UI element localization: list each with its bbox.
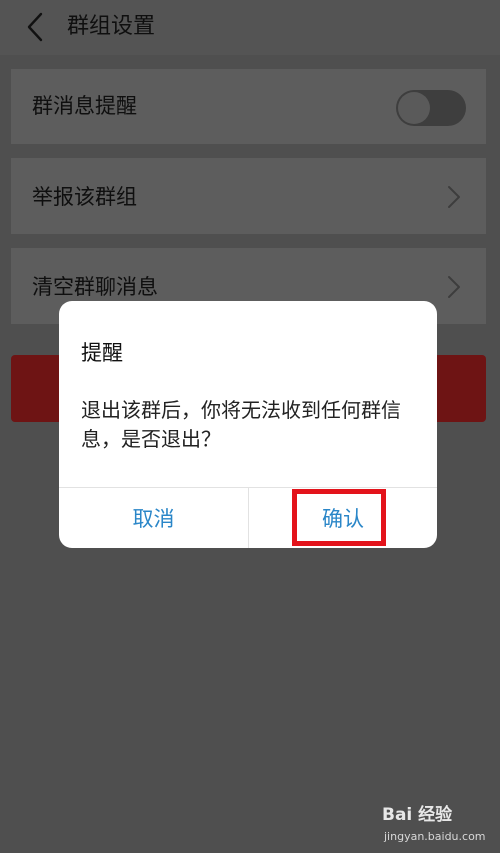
chevron-right-icon: [448, 276, 460, 298]
top-bar: 群组设置: [0, 0, 500, 55]
settings-row-label: 举报该群组: [32, 185, 137, 209]
page-title: 群组设置: [67, 14, 156, 39]
watermark: Bai 经验 jingyan.baidu.com: [382, 800, 494, 850]
notification-toggle[interactable]: [396, 90, 466, 126]
settings-row-label: 群消息提醒: [32, 94, 137, 118]
chevron-left-icon[interactable]: [22, 11, 48, 43]
cancel-button[interactable]: 取消: [59, 488, 248, 548]
settings-row-group-notification: 群消息提醒: [11, 69, 486, 144]
toggle-knob: [398, 92, 430, 124]
settings-row-report-group[interactable]: 举报该群组: [11, 158, 486, 234]
dialog-title: 提醒: [81, 341, 123, 365]
chevron-right-icon: [448, 186, 460, 208]
watermark-url: jingyan.baidu.com: [384, 830, 486, 843]
highlight-annotation: [292, 489, 386, 546]
group-settings-screen: 群组设置 群消息提醒 举报该群组 清空群聊消息 提醒 退出该群后，你将无法收到任…: [0, 0, 500, 853]
watermark-logo: Bai 经验: [382, 805, 453, 825]
dialog-message: 退出该群后，你将无法收到任何群信息，是否退出？: [81, 398, 401, 451]
